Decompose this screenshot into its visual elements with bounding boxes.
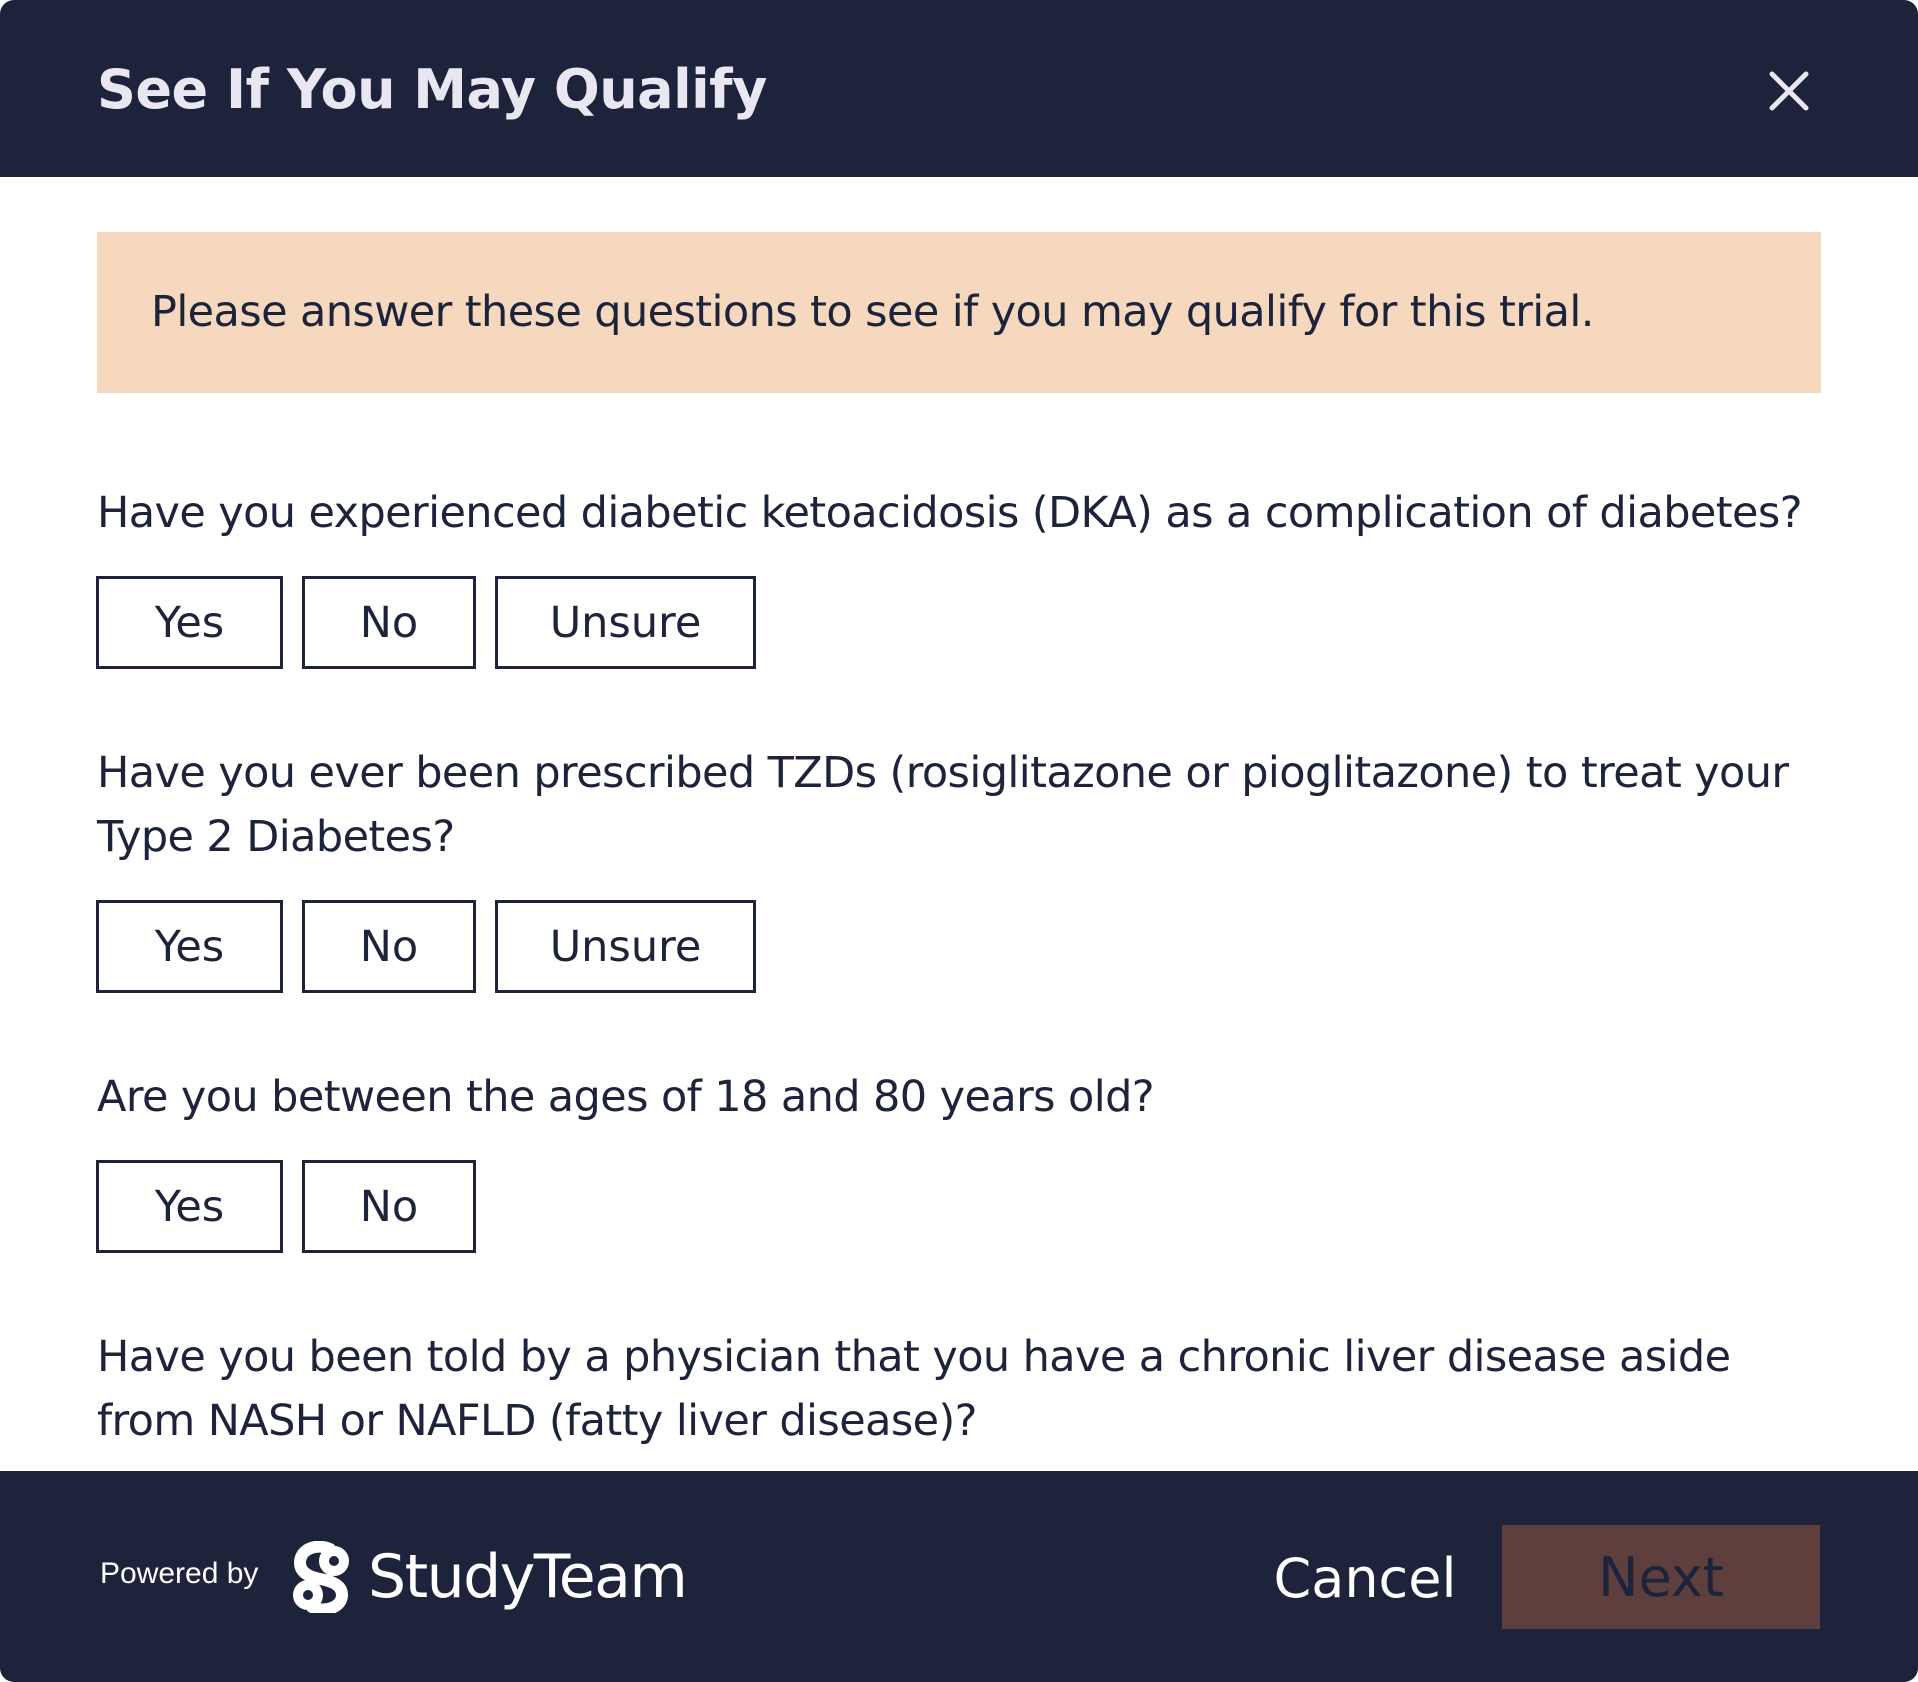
question-age: Are you between the ages of 18 and 80 ye… bbox=[97, 1072, 1155, 1122]
q2-unsure-button[interactable]: Unsure bbox=[495, 900, 756, 993]
close-icon bbox=[1769, 71, 1809, 111]
q3-yes-button[interactable]: Yes bbox=[96, 1160, 283, 1253]
modal-header: See If You May Qualify bbox=[0, 0, 1918, 177]
info-banner: Please answer these questions to see if … bbox=[97, 232, 1821, 393]
q1-unsure-button[interactable]: Unsure bbox=[495, 576, 756, 669]
q3-no-button[interactable]: No bbox=[302, 1160, 476, 1253]
question-tzds: Have you ever been prescribed TZDs (rosi… bbox=[97, 748, 1789, 862]
modal-title: See If You May Qualify bbox=[97, 58, 767, 121]
next-button[interactable]: Next bbox=[1502, 1525, 1820, 1629]
question-liver-disease: Have you been told by a physician that y… bbox=[97, 1332, 1731, 1446]
studyteam-logo-icon bbox=[293, 1541, 349, 1613]
studyteam-brand-name: StudyTeam bbox=[368, 1542, 688, 1612]
powered-by-label: Powered by bbox=[100, 1557, 259, 1590]
q1-no-button[interactable]: No bbox=[302, 576, 476, 669]
qualify-modal: See If You May Qualify Please answer the… bbox=[0, 0, 1918, 1682]
studyteam-logo: StudyTeam bbox=[286, 1541, 688, 1613]
question-dka: Have you experienced diabetic ketoacidos… bbox=[97, 488, 1803, 538]
info-banner-text: Please answer these questions to see if … bbox=[151, 287, 1594, 337]
q1-yes-button[interactable]: Yes bbox=[96, 576, 283, 669]
cancel-button[interactable]: Cancel bbox=[1270, 1526, 1460, 1630]
q2-yes-button[interactable]: Yes bbox=[96, 900, 283, 993]
q2-no-button[interactable]: No bbox=[302, 900, 476, 993]
close-button[interactable] bbox=[1762, 64, 1816, 118]
